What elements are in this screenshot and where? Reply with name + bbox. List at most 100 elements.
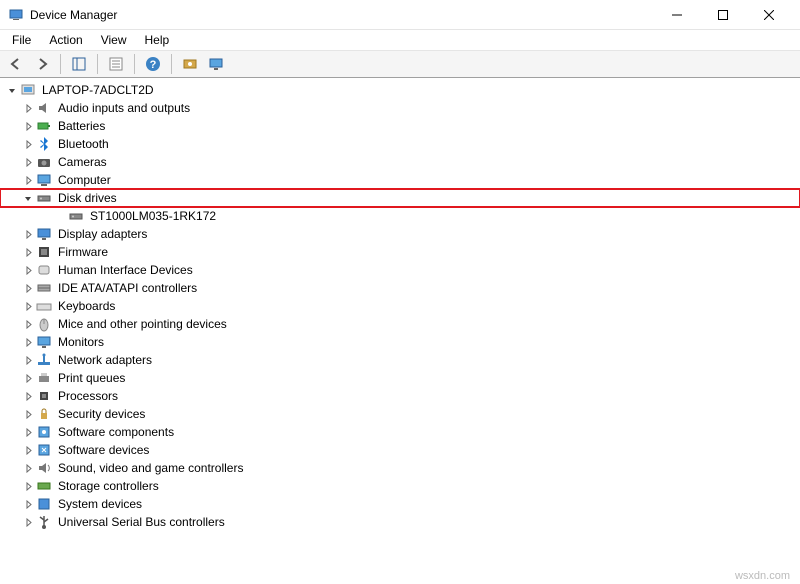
tree-node-3[interactable]: Cameras — [0, 153, 800, 171]
tree-node-11[interactable]: Mice and other pointing devices — [0, 315, 800, 333]
tree-node-0[interactable]: Audio inputs and outputs — [0, 99, 800, 117]
tree-node-13[interactable]: Network adapters — [0, 351, 800, 369]
expand-icon[interactable] — [20, 424, 36, 440]
tree-node-label: Audio inputs and outputs — [56, 100, 192, 116]
tree-node-1[interactable]: Batteries — [0, 117, 800, 135]
pc-icon — [20, 82, 36, 98]
tree-node-10[interactable]: Keyboards — [0, 297, 800, 315]
storage-icon — [36, 478, 52, 494]
tree-node-5[interactable]: Disk drives — [0, 189, 800, 207]
help-button[interactable]: ? — [141, 52, 165, 76]
ide-icon — [36, 280, 52, 296]
expand-icon[interactable] — [20, 460, 36, 476]
expand-icon[interactable] — [20, 298, 36, 314]
show-hide-console-tree-button[interactable] — [67, 52, 91, 76]
tree-node-18[interactable]: Software devices — [0, 441, 800, 459]
security-icon — [36, 406, 52, 422]
expand-icon[interactable] — [20, 442, 36, 458]
tree-node-label: Monitors — [56, 334, 106, 350]
expand-icon[interactable] — [20, 478, 36, 494]
tree-node-label: Cameras — [56, 154, 109, 170]
firmware-icon — [36, 244, 52, 260]
expand-icon[interactable] — [20, 406, 36, 422]
tree-node-20[interactable]: Storage controllers — [0, 477, 800, 495]
scan-hardware-button[interactable] — [178, 52, 202, 76]
tree-node-14[interactable]: Print queues — [0, 369, 800, 387]
tree-node-label: Mice and other pointing devices — [56, 316, 229, 332]
tree-node-root[interactable]: LAPTOP-7ADCLT2D — [0, 81, 800, 99]
tree-node-9[interactable]: IDE ATA/ATAPI controllers — [0, 279, 800, 297]
maximize-button[interactable] — [700, 0, 746, 30]
menu-help[interactable]: Help — [137, 31, 178, 49]
display-icon — [36, 226, 52, 242]
expand-icon[interactable] — [20, 370, 36, 386]
tree-node-5-0[interactable]: ST1000LM035-1RK172 — [0, 207, 800, 225]
expand-icon[interactable] — [20, 388, 36, 404]
tree-node-label: Security devices — [56, 406, 147, 422]
tree-node-label: LAPTOP-7ADCLT2D — [40, 82, 156, 98]
expand-icon[interactable] — [20, 172, 36, 188]
expand-icon[interactable] — [20, 334, 36, 350]
tree-node-label: Human Interface Devices — [56, 262, 195, 278]
tree-node-15[interactable]: Processors — [0, 387, 800, 405]
expand-icon[interactable] — [20, 262, 36, 278]
tree-node-label: Bluetooth — [56, 136, 111, 152]
menu-action[interactable]: Action — [41, 31, 90, 49]
tree-node-8[interactable]: Human Interface Devices — [0, 261, 800, 279]
toolbar-separator — [97, 54, 98, 74]
tree-node-4[interactable]: Computer — [0, 171, 800, 189]
expand-icon[interactable] — [20, 244, 36, 260]
tree-node-2[interactable]: Bluetooth — [0, 135, 800, 153]
tree-node-label: Processors — [56, 388, 120, 404]
camera-icon — [36, 154, 52, 170]
expand-icon[interactable] — [20, 514, 36, 530]
expand-icon[interactable] — [20, 154, 36, 170]
properties-button[interactable] — [104, 52, 128, 76]
expand-icon[interactable] — [20, 136, 36, 152]
toolbar-separator — [171, 54, 172, 74]
tree-node-16[interactable]: Security devices — [0, 405, 800, 423]
expand-icon[interactable] — [20, 316, 36, 332]
forward-button[interactable] — [30, 52, 54, 76]
collapse-icon[interactable] — [4, 82, 20, 98]
expand-icon[interactable] — [20, 100, 36, 116]
tree-node-label: Software devices — [56, 442, 151, 458]
show-devices-button[interactable] — [204, 52, 228, 76]
tree-node-label: Network adapters — [56, 352, 154, 368]
menu-view[interactable]: View — [93, 31, 135, 49]
tree-node-label: Keyboards — [56, 298, 117, 314]
tree-node-label: Sound, video and game controllers — [56, 460, 245, 476]
expand-icon[interactable] — [20, 352, 36, 368]
computer-icon — [36, 172, 52, 188]
tree-node-label: Storage controllers — [56, 478, 161, 494]
tree-node-label: Print queues — [56, 370, 127, 386]
tree-node-12[interactable]: Monitors — [0, 333, 800, 351]
expand-icon[interactable] — [20, 118, 36, 134]
tree-node-22[interactable]: Universal Serial Bus controllers — [0, 513, 800, 531]
collapse-icon[interactable] — [20, 190, 36, 206]
toolbar-separator — [134, 54, 135, 74]
sound-icon — [36, 460, 52, 476]
expand-icon[interactable] — [20, 280, 36, 296]
swdev-icon — [36, 442, 52, 458]
back-button[interactable] — [4, 52, 28, 76]
swcomp-icon — [36, 424, 52, 440]
tree-node-7[interactable]: Firmware — [0, 243, 800, 261]
tree-node-21[interactable]: System devices — [0, 495, 800, 513]
tree-node-17[interactable]: Software components — [0, 423, 800, 441]
toolbar: ? — [0, 50, 800, 78]
expand-icon[interactable] — [20, 496, 36, 512]
menu-file[interactable]: File — [4, 31, 39, 49]
tree-node-label: Disk drives — [56, 190, 119, 206]
mouse-icon — [36, 316, 52, 332]
close-button[interactable] — [746, 0, 792, 30]
minimize-button[interactable] — [654, 0, 700, 30]
tree-node-6[interactable]: Display adapters — [0, 225, 800, 243]
system-icon — [36, 496, 52, 512]
tree-node-19[interactable]: Sound, video and game controllers — [0, 459, 800, 477]
toolbar-separator — [60, 54, 61, 74]
tree-node-label: Software components — [56, 424, 176, 440]
expand-icon[interactable] — [20, 226, 36, 242]
device-tree[interactable]: LAPTOP-7ADCLT2D Audio inputs and outputs B… — [0, 78, 800, 566]
tree-node-label: Batteries — [56, 118, 107, 134]
